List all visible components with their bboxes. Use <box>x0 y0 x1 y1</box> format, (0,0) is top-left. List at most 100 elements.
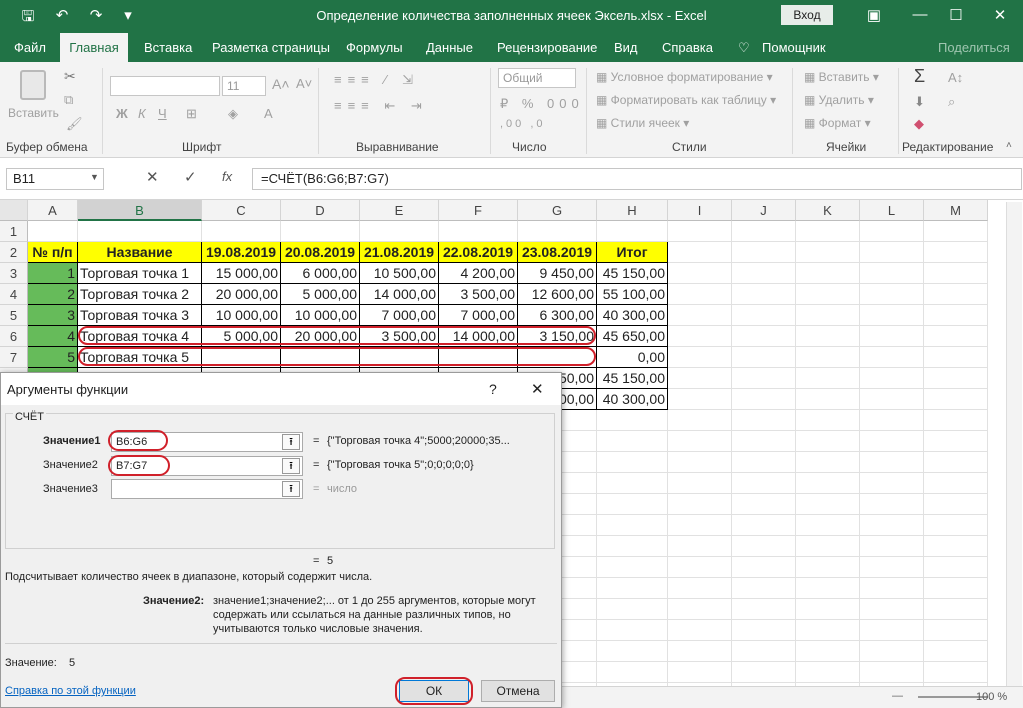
cell[interactable] <box>924 620 988 641</box>
row-header[interactable]: 1 <box>0 221 28 242</box>
column-header-d[interactable]: D <box>281 200 360 221</box>
cell[interactable]: 6 000,00 <box>281 263 360 284</box>
cell[interactable] <box>924 578 988 599</box>
tab-formulas[interactable]: Формулы <box>346 40 403 55</box>
cell[interactable] <box>732 305 796 326</box>
cell[interactable]: Название <box>78 242 202 263</box>
format-as-table-button[interactable]: ▦ Форматировать как таблицу ▾ <box>596 93 776 107</box>
cell[interactable]: 14 000,00 <box>360 284 439 305</box>
cell[interactable] <box>597 557 668 578</box>
decrease-font-icon[interactable]: A˅ <box>296 76 312 91</box>
cell[interactable] <box>860 410 924 431</box>
font-size-select[interactable]: 11 <box>222 76 266 96</box>
cell[interactable] <box>732 326 796 347</box>
bold-button[interactable]: Ж <box>116 106 128 121</box>
cell[interactable] <box>860 305 924 326</box>
cell[interactable] <box>796 326 860 347</box>
cell[interactable] <box>860 473 924 494</box>
cell[interactable] <box>732 641 796 662</box>
cell[interactable] <box>597 662 668 683</box>
cell[interactable] <box>924 515 988 536</box>
cell[interactable] <box>924 284 988 305</box>
cell[interactable]: Торговая точка 3 <box>78 305 202 326</box>
cell[interactable]: 12 600,00 <box>518 284 597 305</box>
cell[interactable] <box>924 599 988 620</box>
cell[interactable] <box>732 620 796 641</box>
row-header[interactable]: 6 <box>0 326 28 347</box>
cell[interactable]: 45 650,00 <box>597 326 668 347</box>
cell[interactable] <box>597 599 668 620</box>
cell[interactable] <box>860 641 924 662</box>
cell[interactable] <box>668 305 732 326</box>
cell[interactable] <box>668 347 732 368</box>
cell[interactable] <box>597 431 668 452</box>
format-cells-button[interactable]: ▦ Формат ▾ <box>804 116 871 130</box>
currency-percent-icons[interactable]: ₽ % 000 <box>500 96 584 112</box>
cell[interactable] <box>924 347 988 368</box>
fill-color-icon[interactable]: ◈ <box>228 106 238 122</box>
cell[interactable] <box>796 599 860 620</box>
cell[interactable] <box>860 599 924 620</box>
cell[interactable] <box>518 221 597 242</box>
cell[interactable]: № п/п <box>28 242 78 263</box>
formula-input[interactable]: =СЧЁТ(B6:G6;B7:G7) <box>252 168 1022 190</box>
cell[interactable] <box>732 221 796 242</box>
cell[interactable] <box>796 452 860 473</box>
cell[interactable] <box>668 263 732 284</box>
cell[interactable] <box>597 515 668 536</box>
cell[interactable]: 40 300,00 <box>597 389 668 410</box>
cell[interactable]: 45 150,00 <box>597 263 668 284</box>
zoom-out-icon[interactable]: — <box>892 690 903 702</box>
find-icon[interactable]: ⌕ <box>948 94 955 110</box>
collapse-dialog-icon[interactable]: ⭱ <box>282 481 300 497</box>
cell[interactable] <box>796 494 860 515</box>
insert-cells-button[interactable]: ▦ Вставить ▾ <box>804 70 879 84</box>
row-header[interactable]: 7 <box>0 347 28 368</box>
cell[interactable] <box>924 452 988 473</box>
cell[interactable] <box>732 578 796 599</box>
cell[interactable] <box>732 263 796 284</box>
function-help-link[interactable]: Справка по этой функции <box>5 685 136 697</box>
arg3-input[interactable]: ⭱ <box>111 479 303 499</box>
cell[interactable] <box>668 599 732 620</box>
cell[interactable]: Торговая точка 2 <box>78 284 202 305</box>
cell[interactable] <box>796 368 860 389</box>
cell[interactable] <box>732 557 796 578</box>
number-format-select[interactable]: Общий <box>498 68 576 88</box>
cell[interactable] <box>732 515 796 536</box>
cell[interactable] <box>796 221 860 242</box>
select-all-corner[interactable] <box>0 200 28 221</box>
tab-home[interactable]: Главная <box>60 33 128 63</box>
cell[interactable] <box>28 221 78 242</box>
cell[interactable]: 6 300,00 <box>518 305 597 326</box>
cell[interactable] <box>597 641 668 662</box>
conditional-format-button[interactable]: ▦ Условное форматирование ▾ <box>596 70 773 84</box>
cell[interactable] <box>796 515 860 536</box>
cell[interactable] <box>732 662 796 683</box>
cell[interactable] <box>668 578 732 599</box>
cell[interactable] <box>860 515 924 536</box>
cell[interactable] <box>668 242 732 263</box>
cell[interactable]: 3 <box>28 305 78 326</box>
cell[interactable] <box>732 473 796 494</box>
cell[interactable] <box>796 347 860 368</box>
cell[interactable]: Торговая точка 1 <box>78 263 202 284</box>
cell[interactable] <box>924 473 988 494</box>
tab-insert[interactable]: Вставка <box>144 40 192 55</box>
cell[interactable] <box>796 620 860 641</box>
cell[interactable] <box>668 557 732 578</box>
cell[interactable] <box>668 431 732 452</box>
cell[interactable] <box>860 620 924 641</box>
font-name-select[interactable] <box>110 76 220 96</box>
row-header[interactable]: 5 <box>0 305 28 326</box>
share-button[interactable]: Поделиться <box>938 40 1010 55</box>
cell[interactable] <box>668 641 732 662</box>
cell[interactable] <box>668 410 732 431</box>
cell[interactable] <box>860 557 924 578</box>
cell[interactable] <box>924 221 988 242</box>
close-window-icon[interactable]: ✕ <box>990 6 1010 24</box>
cell[interactable] <box>924 389 988 410</box>
row-header[interactable]: 4 <box>0 284 28 305</box>
cell[interactable] <box>860 242 924 263</box>
cell[interactable] <box>796 641 860 662</box>
